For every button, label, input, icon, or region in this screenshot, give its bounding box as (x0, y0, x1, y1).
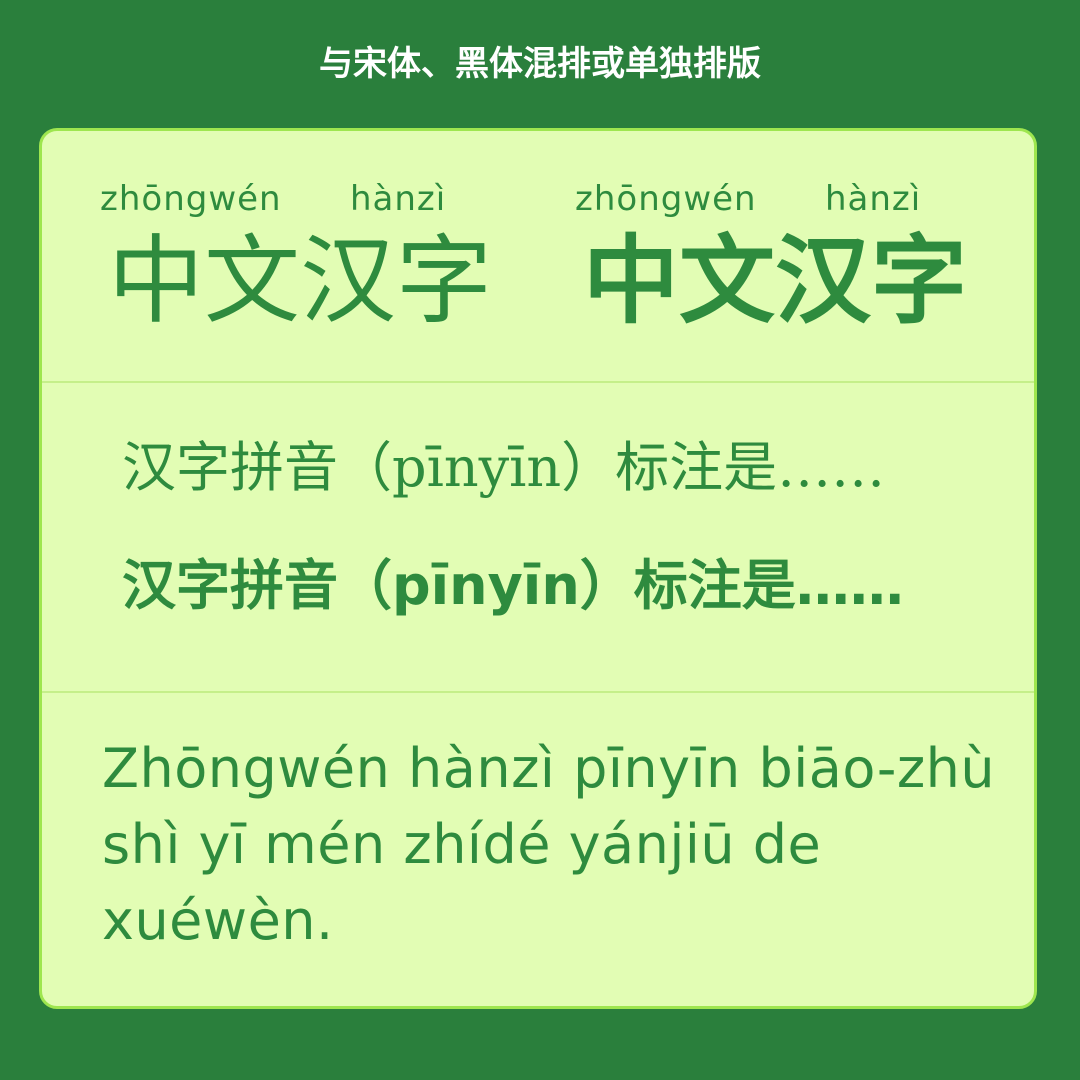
pinyin-paragraph: Zhōngwén hànzì pīnyīn biāo-zhù shì yī mé… (102, 737, 996, 952)
pinyin-annotation: zhōngwén (575, 179, 757, 219)
pinyin-annotation: hànzì (825, 179, 922, 219)
page-title: 与宋体、黑体混排或单独排版 (319, 44, 761, 84)
sans-hanzi: 中文汉字 (583, 225, 967, 337)
pinyin-row: zhōngwén hànzì (100, 171, 520, 227)
pinyin-row: zhōngwén hànzì (575, 171, 995, 227)
sans-mixed-line: 汉字拼音（pīnyīn）标注是…… (122, 554, 904, 617)
section-divider (42, 381, 1034, 383)
serif-hanzi: 中文汉字 (108, 225, 492, 337)
serif-mixed-line: 汉字拼音（pīnyīn）标注是…… (122, 436, 886, 499)
sample-card: zhōngwén hànzì 中文汉字 zhōngwén hànzì 中文汉字 … (39, 128, 1037, 1009)
sans-ruby-block: zhōngwén hànzì 中文汉字 (575, 171, 995, 337)
pinyin-annotation: zhōngwén (100, 179, 282, 219)
serif-ruby-block: zhōngwén hànzì 中文汉字 (100, 171, 520, 337)
pinyin-annotation: hànzì (350, 179, 447, 219)
section-divider (42, 691, 1034, 693)
